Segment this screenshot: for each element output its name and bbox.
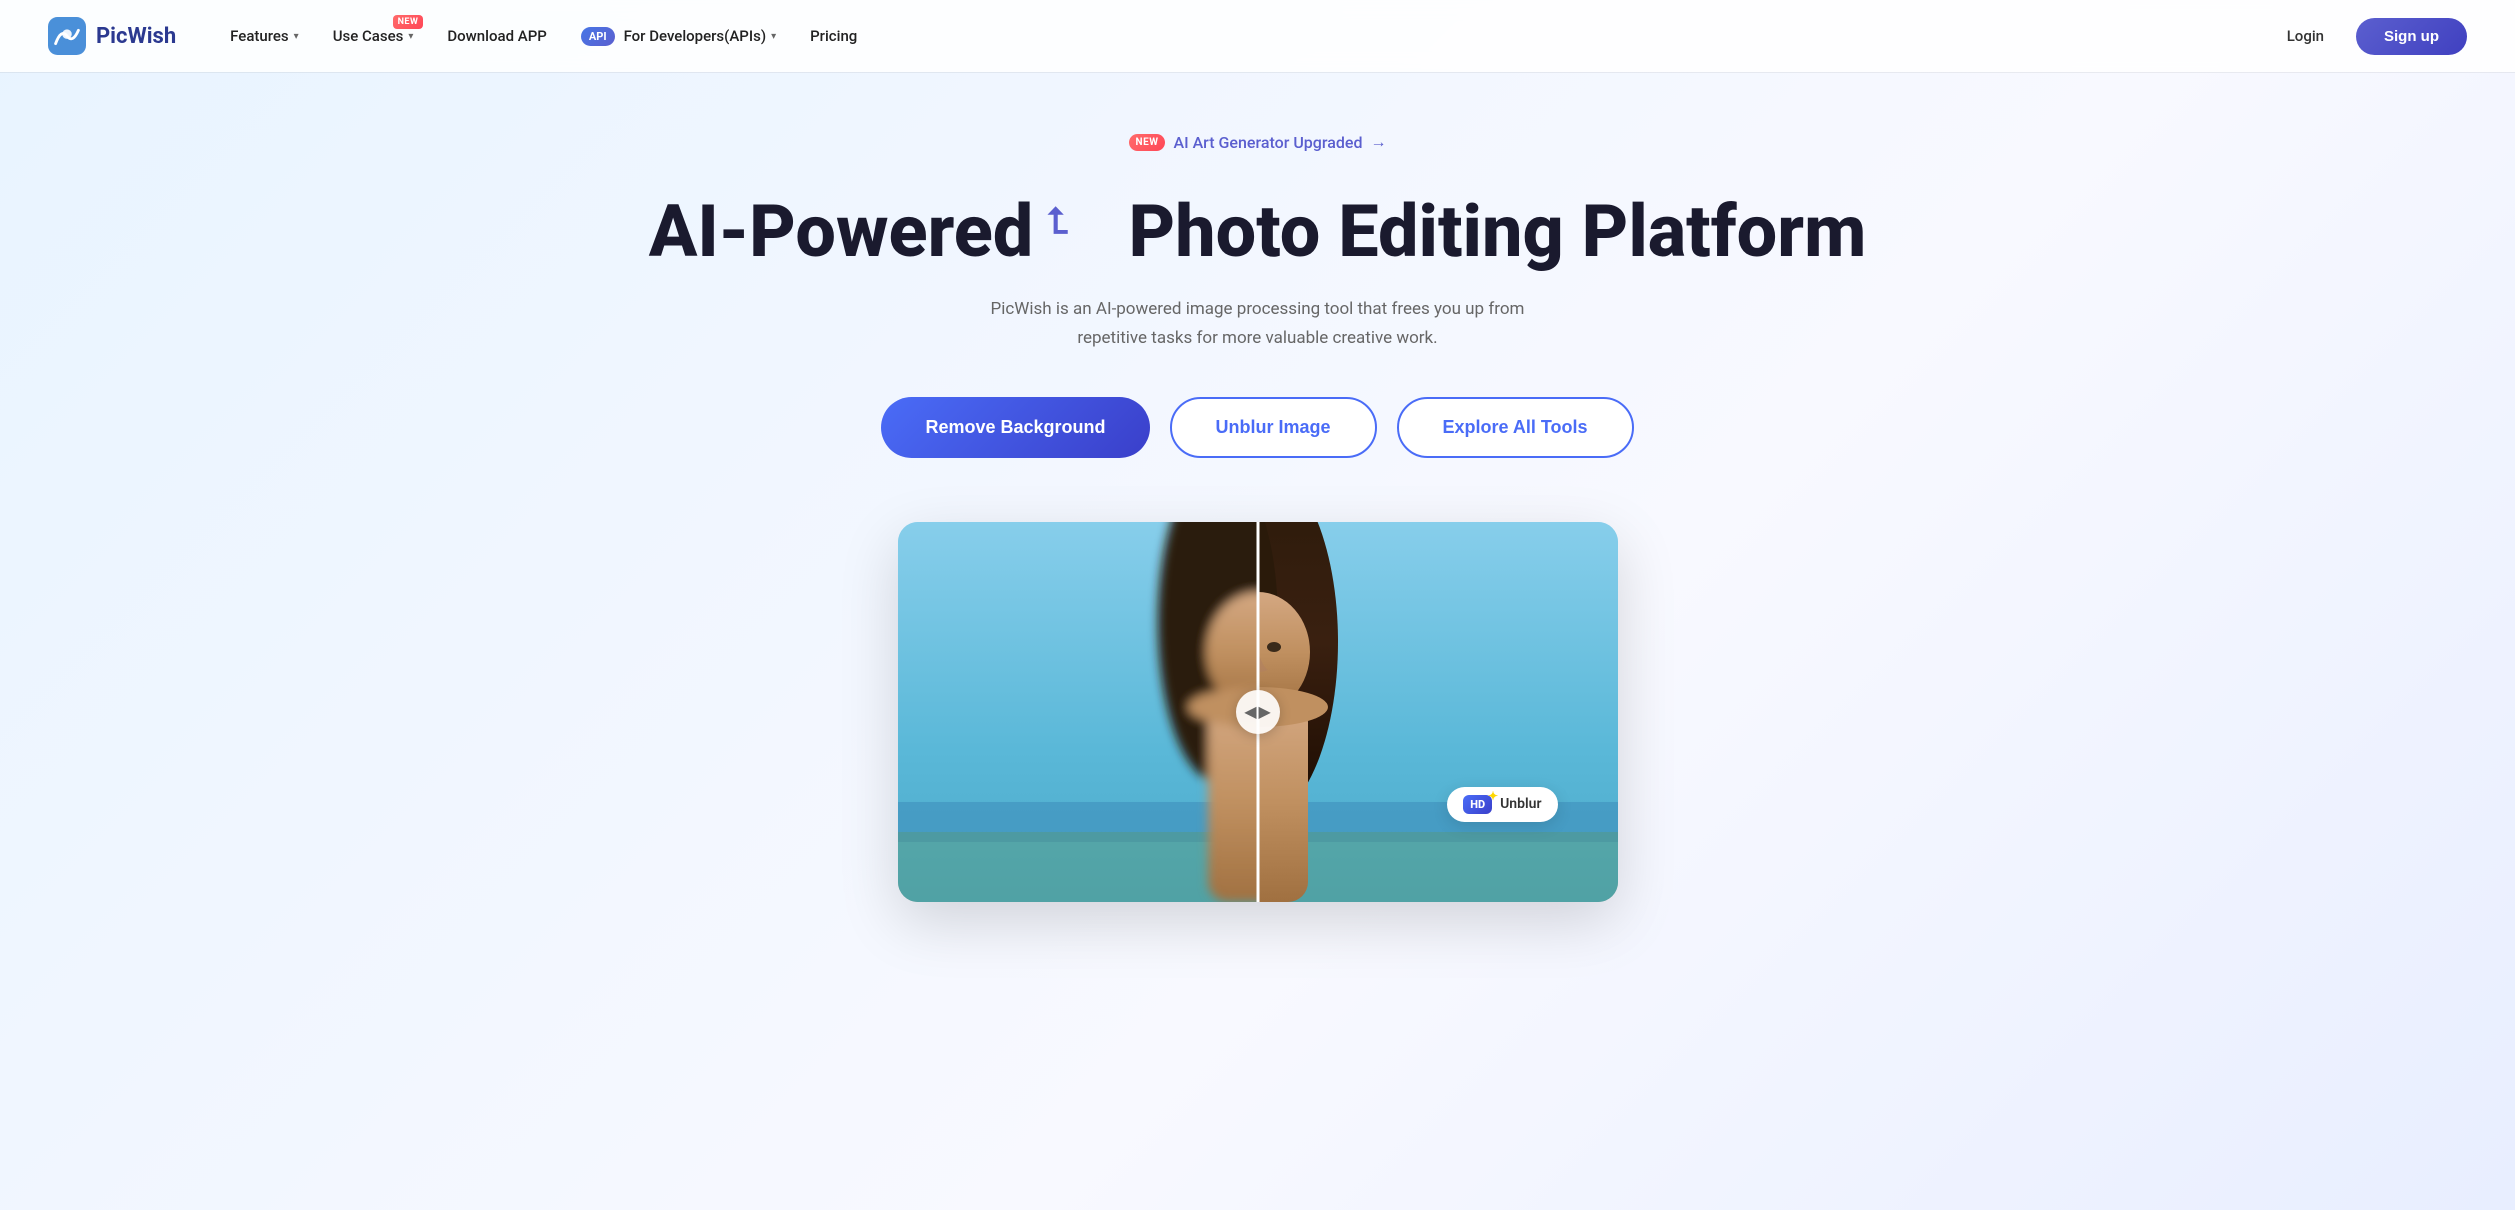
demo-slider-handle[interactable]: ◀ ▶ xyxy=(1236,690,1280,734)
logo-icon xyxy=(48,17,86,55)
signup-button[interactable]: Sign up xyxy=(2356,18,2467,55)
announcement-arrow: → xyxy=(1370,132,1386,152)
hero-buttons: Remove Background Unblur Image Explore A… xyxy=(881,397,1633,458)
chevron-icon: ▾ xyxy=(294,31,299,42)
chevron-icon: ▾ xyxy=(408,31,413,42)
hero-section: NEW AI Art Generator Upgraded → AI-Power… xyxy=(0,72,2515,902)
logo[interactable]: PicWish xyxy=(48,17,176,55)
nav-links: Features ▾ Use Cases NEW ▾ Download APP … xyxy=(216,19,2271,54)
explore-all-tools-button[interactable]: Explore All Tools xyxy=(1397,397,1634,458)
announcement-new-badge: NEW xyxy=(1129,134,1166,151)
unblur-image-button[interactable]: Unblur Image xyxy=(1170,397,1377,458)
nav-item-download[interactable]: Download APP xyxy=(433,19,560,53)
demo-container: ◀ ▶ HD ✦ Unblur xyxy=(898,522,1618,902)
new-badge: NEW xyxy=(393,15,424,29)
hero-subtitle: PicWish is an AI-powered image processin… xyxy=(978,295,1538,353)
chevron-icon: ▾ xyxy=(771,31,776,42)
hero-title: AI-Powered ⮤ Photo Editing Platform xyxy=(649,192,1867,271)
logo-text: PicWish xyxy=(96,24,176,49)
announcement-text: AI Art Generator Upgraded xyxy=(1173,133,1362,152)
slider-left-arrow: ◀ xyxy=(1244,702,1256,721)
hd-star: ✦ xyxy=(1488,789,1498,803)
announcement-bar[interactable]: NEW AI Art Generator Upgraded → xyxy=(1129,132,1387,152)
nav-auth: Login Sign up xyxy=(2271,18,2467,55)
navbar: PicWish Features ▾ Use Cases NEW ▾ Downl… xyxy=(0,0,2515,72)
hd-label: HD ✦ xyxy=(1463,795,1492,814)
nav-item-use-cases[interactable]: Use Cases NEW ▾ xyxy=(319,19,428,53)
nav-item-pricing[interactable]: Pricing xyxy=(796,19,871,53)
login-button[interactable]: Login xyxy=(2271,19,2340,53)
nav-item-features[interactable]: Features ▾ xyxy=(216,19,313,53)
hd-unblur-badge[interactable]: HD ✦ Unblur xyxy=(1447,787,1557,822)
cursor-icon: ⮤ xyxy=(1047,202,1068,242)
unblur-badge-text: Unblur xyxy=(1500,796,1541,812)
nav-item-developers[interactable]: API For Developers(APIs) ▾ xyxy=(567,19,790,54)
hero-title-left: AI-Powered ⮤ xyxy=(649,192,1069,271)
hero-title-right: Photo Editing Platform xyxy=(1129,192,1867,271)
remove-background-button[interactable]: Remove Background xyxy=(881,397,1149,458)
slider-arrows: ◀ ▶ xyxy=(1244,702,1271,721)
slider-right-arrow: ▶ xyxy=(1259,702,1271,721)
api-badge: API xyxy=(581,27,615,46)
